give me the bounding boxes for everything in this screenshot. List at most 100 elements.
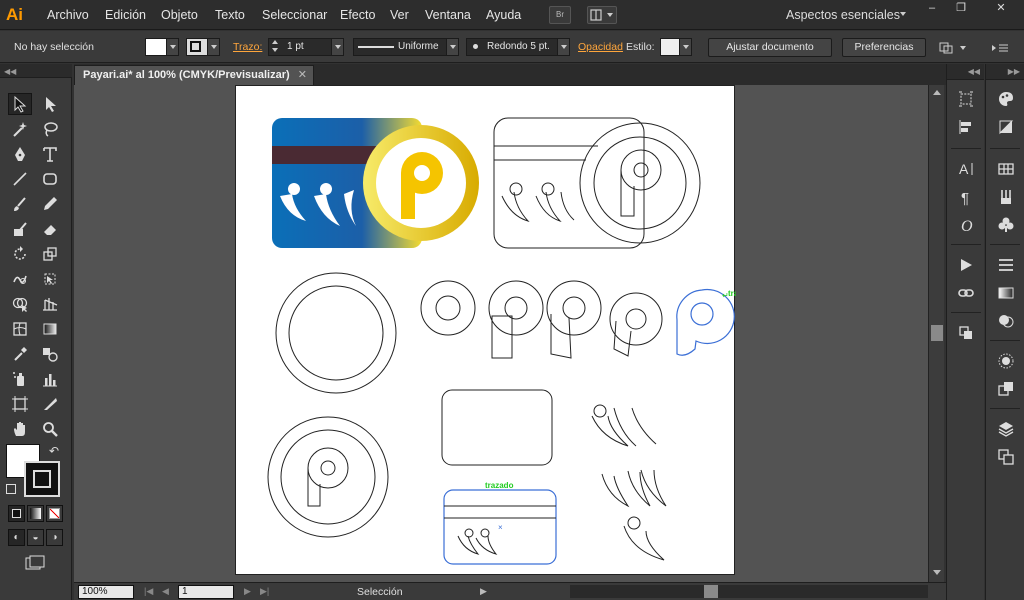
rotate-tool[interactable] — [8, 243, 32, 265]
first-page-icon[interactable]: |◀ — [144, 586, 153, 597]
document-tab[interactable]: Payari.ai* al 100% (CMYK/Previsualizar) … — [74, 65, 314, 85]
eyedropper-tool[interactable] — [8, 343, 32, 365]
gradient-mode-icon[interactable] — [27, 505, 44, 522]
menu-efecto[interactable]: Efecto — [340, 8, 375, 22]
menu-edicion[interactable]: Edición — [105, 8, 146, 22]
artboard-tool[interactable] — [8, 393, 32, 415]
pencil-tool[interactable] — [38, 193, 62, 215]
stroke-profile-select[interactable]: Uniforme — [353, 38, 459, 56]
symbols-panel-button[interactable] — [995, 214, 1017, 236]
magic-wand-tool[interactable] — [8, 118, 32, 140]
restore-button[interactable]: ❐ — [944, 0, 978, 18]
screen-mode-button[interactable] — [24, 554, 46, 572]
stepper-down-icon[interactable] — [272, 48, 278, 52]
panel-menu-button[interactable] — [990, 41, 1010, 55]
warp-tool[interactable] — [8, 268, 32, 290]
paragraph-panel-button[interactable]: ¶ — [955, 186, 977, 208]
menu-archivo[interactable]: Archivo — [47, 8, 89, 22]
transparency-panel-button[interactable] — [995, 310, 1017, 332]
horizontal-scrollbar[interactable] — [570, 585, 928, 598]
layers-panel-button[interactable] — [995, 418, 1017, 440]
menu-objeto[interactable]: Objeto — [161, 8, 198, 22]
bridge-button[interactable]: Br — [549, 6, 571, 24]
close-tab-icon[interactable]: ✕ — [298, 66, 307, 84]
color-panel-button[interactable] — [995, 88, 1017, 110]
graphic-styles-panel-button[interactable] — [995, 378, 1017, 400]
gradient-tool[interactable] — [38, 318, 62, 340]
vertical-scrollbar[interactable] — [928, 85, 944, 582]
menu-seleccionar[interactable]: Seleccionar — [262, 8, 327, 22]
selection-tool[interactable] — [8, 93, 32, 115]
pen-tool[interactable] — [8, 143, 32, 165]
stroke-weight-field[interactable]: 1 pt — [268, 38, 344, 56]
actions-panel-button[interactable] — [955, 254, 977, 276]
document-setup-button[interactable]: Ajustar documento — [708, 38, 832, 57]
arrange-documents-button[interactable] — [587, 6, 617, 24]
menu-ver[interactable]: Ver — [390, 8, 409, 22]
mesh-tool[interactable] — [8, 318, 32, 340]
artboard[interactable]: trazado ↵ — [235, 85, 757, 575]
fill-swatch[interactable] — [145, 38, 179, 56]
menu-ventana[interactable]: Ventana — [425, 8, 471, 22]
stroke-panel-button[interactable] — [995, 254, 1017, 276]
color-guide-panel-button[interactable] — [995, 116, 1017, 138]
eraser-tool[interactable] — [38, 218, 62, 240]
align-options-button[interactable] — [938, 41, 968, 55]
swatches-panel-button[interactable] — [995, 158, 1017, 180]
blend-tool[interactable] — [38, 343, 62, 365]
align-panel-button[interactable] — [955, 116, 977, 138]
default-colors-icon[interactable] — [6, 484, 16, 494]
artboards-panel-button[interactable] — [995, 446, 1017, 468]
pathfinder-panel-button[interactable] — [955, 322, 977, 344]
paintbrush-tool[interactable] — [8, 193, 32, 215]
blob-brush-tool[interactable] — [8, 218, 32, 240]
draw-normal-icon[interactable]: ◐ — [8, 529, 25, 546]
slice-tool[interactable] — [38, 393, 62, 415]
shape-builder-tool[interactable] — [8, 293, 32, 315]
artboard-number-select[interactable]: 1 — [178, 585, 234, 599]
opentype-panel-button[interactable]: O — [955, 214, 977, 236]
workspace-switcher[interactable]: Aspectos esenciales — [786, 8, 900, 22]
menu-ayuda[interactable]: Ayuda — [486, 8, 521, 22]
canvas-area[interactable]: trazado ↵ — [74, 85, 928, 582]
brushes-panel-button[interactable] — [995, 186, 1017, 208]
horizontal-scroll-thumb[interactable] — [704, 585, 718, 598]
graphic-style-swatch[interactable] — [660, 38, 692, 56]
graph-tool[interactable] — [38, 293, 62, 315]
last-page-icon[interactable]: ▶| — [260, 586, 269, 597]
next-page-icon[interactable]: ▶ — [244, 586, 251, 597]
menu-texto[interactable]: Texto — [215, 8, 245, 22]
color-mode-icon[interactable] — [8, 505, 25, 522]
scale-tool[interactable] — [38, 243, 62, 265]
scroll-down-icon[interactable] — [933, 570, 941, 575]
brush-select[interactable]: Redondo 5 pt. — [466, 38, 570, 56]
status-menu-icon[interactable]: ▶ — [480, 586, 487, 597]
rectangle-tool[interactable] — [38, 168, 62, 190]
stroke-color-box[interactable] — [24, 461, 60, 497]
vertical-scroll-thumb[interactable] — [931, 325, 943, 341]
line-segment-tool[interactable] — [8, 168, 32, 190]
minimize-button[interactable]: – — [920, 0, 944, 18]
close-window-button[interactable]: ✕ — [978, 0, 1024, 18]
symbol-sprayer-tool[interactable] — [8, 368, 32, 390]
hand-tool[interactable] — [8, 418, 32, 440]
direct-selection-tool[interactable] — [38, 93, 62, 115]
preferences-button[interactable]: Preferencias — [842, 38, 926, 57]
zoom-tool[interactable] — [38, 418, 62, 440]
none-mode-icon[interactable] — [46, 505, 63, 522]
draw-behind-icon[interactable]: ◒ — [27, 529, 44, 546]
draw-inside-icon[interactable]: ◑ — [46, 529, 63, 546]
stepper-up-icon[interactable] — [272, 40, 278, 44]
stroke-label[interactable]: Trazo: — [233, 41, 262, 53]
stroke-swatch[interactable] — [186, 38, 220, 56]
zoom-select[interactable]: 100% — [78, 585, 134, 599]
gradient-panel-button[interactable] — [995, 282, 1017, 304]
swap-fill-stroke-icon[interactable]: ↶ — [49, 444, 59, 458]
lasso-tool[interactable] — [38, 118, 62, 140]
free-transform-tool[interactable] — [38, 268, 62, 290]
prev-page-icon[interactable]: ◀ — [162, 586, 169, 597]
links-panel-button[interactable] — [955, 282, 977, 304]
scroll-up-icon[interactable] — [933, 90, 941, 95]
opacity-label[interactable]: Opacidad — [578, 41, 623, 53]
type-tool[interactable] — [38, 143, 62, 165]
